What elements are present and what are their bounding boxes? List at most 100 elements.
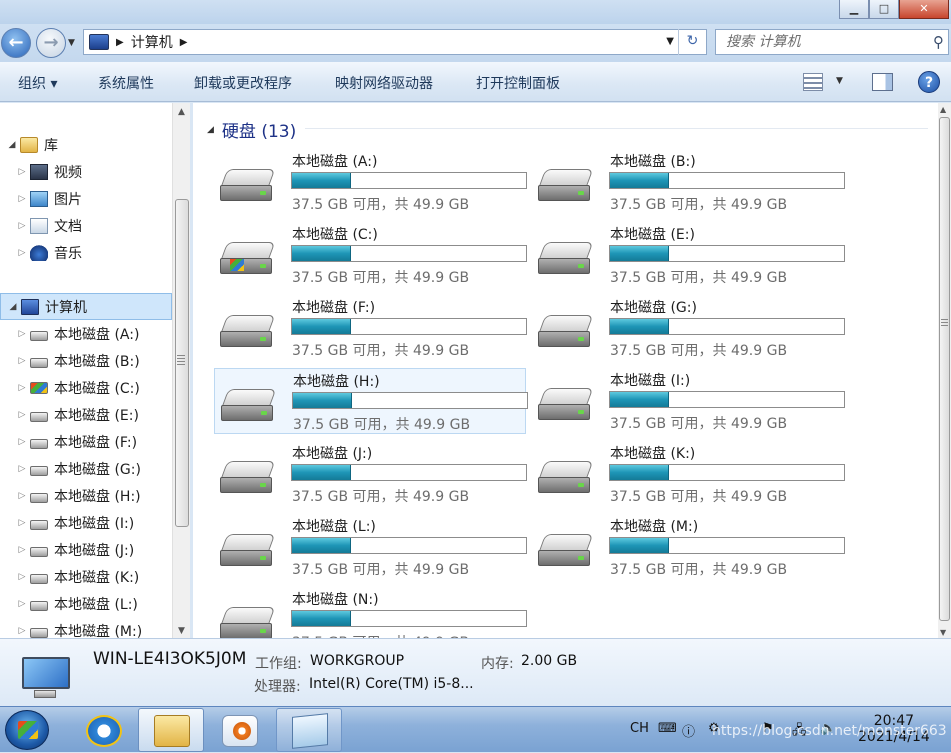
expand-arrow-icon[interactable]: ▷ (16, 437, 28, 447)
expand-arrow-icon[interactable]: ▷ (16, 464, 28, 474)
expand-arrow-icon[interactable]: ▷ (16, 167, 28, 177)
breadcrumb-chevron-icon[interactable]: ▶ (116, 37, 124, 48)
drive-tile[interactable]: 本地磁盘 (M:) 37.5 GB 可用，共 49.9 GB (532, 514, 845, 580)
address-bar[interactable]: ▶ 计算机 ▶ ▼ ↻ (83, 29, 707, 55)
expand-arrow-icon[interactable]: ▷ (16, 626, 28, 636)
scroll-down-icon[interactable]: ▼ (178, 626, 185, 636)
nav-drive-j[interactable]: ▷ 本地磁盘 (J:) (0, 536, 172, 563)
nav-drive-m[interactable]: ▷ 本地磁盘 (M:) (0, 617, 172, 639)
language-indicator[interactable]: CH (630, 721, 649, 736)
help-tray-icon[interactable]: ⓘ (682, 721, 695, 740)
nav-drive-h[interactable]: ▷ 本地磁盘 (H:) (0, 482, 172, 509)
expand-arrow-icon[interactable]: ▷ (16, 194, 28, 204)
computer-name: WIN-LE4I3OK5J0M (93, 649, 247, 669)
drive-tile[interactable]: 本地磁盘 (A:) 37.5 GB 可用，共 49.9 GB (214, 149, 527, 215)
taskbar-media-player[interactable] (206, 708, 272, 752)
view-options-dropdown-icon[interactable]: ▼ (836, 76, 843, 86)
expand-arrow-icon[interactable]: ▷ (16, 545, 28, 555)
grip-icon (177, 355, 185, 365)
drive-name: 本地磁盘 (F:) (292, 300, 376, 316)
scroll-up-icon[interactable]: ▲ (178, 107, 185, 117)
drive-tile[interactable]: 本地磁盘 (I:) 37.5 GB 可用，共 49.9 GB (532, 368, 845, 434)
group-title: 硬盘 (13) (221, 122, 297, 142)
expand-arrow-icon[interactable]: ▷ (16, 329, 28, 339)
keyboard-icon[interactable]: ⌨ (658, 721, 677, 736)
expand-arrow-icon[interactable]: ▷ (16, 248, 28, 258)
scroll-thumb[interactable] (939, 117, 950, 621)
close-button[interactable]: ✕ (899, 0, 949, 19)
nav-videos[interactable]: ▷ 视频 (0, 158, 172, 185)
collapse-arrow-icon[interactable]: ◢ (6, 140, 18, 150)
drive-tile[interactable]: 本地磁盘 (K:) 37.5 GB 可用，共 49.9 GB (532, 441, 845, 507)
drive-tile[interactable]: 本地磁盘 (G:) 37.5 GB 可用，共 49.9 GB (532, 295, 845, 361)
drive-tile[interactable]: 本地磁盘 (F:) 37.5 GB 可用，共 49.9 GB (214, 295, 527, 361)
expand-arrow-icon[interactable]: ▷ (16, 572, 28, 582)
expand-arrow-icon[interactable]: ▷ (16, 383, 28, 393)
map-network-drive-button[interactable]: 映射网络驱动器 (335, 73, 433, 93)
computer-large-icon (20, 657, 70, 699)
drive-tile[interactable]: 本地磁盘 (C:) 37.5 GB 可用，共 49.9 GB (214, 222, 527, 288)
maximize-button[interactable]: □ (869, 0, 899, 19)
taskbar-notepad[interactable] (276, 708, 342, 752)
expand-arrow-icon[interactable]: ▷ (16, 221, 28, 231)
nav-drive-f[interactable]: ▷ 本地磁盘 (F:) (0, 428, 172, 455)
back-button[interactable]: ← (1, 28, 31, 58)
drive-free-space: 37.5 GB 可用，共 49.9 GB (610, 197, 788, 213)
nav-documents[interactable]: ▷ 文档 (0, 212, 172, 239)
minimize-button[interactable]: ▁ (839, 0, 869, 19)
hard-drive-icon (30, 627, 48, 638)
nav-drive-k[interactable]: ▷ 本地磁盘 (K:) (0, 563, 172, 590)
recent-pages-dropdown-icon[interactable]: ▼ (68, 38, 75, 48)
drive-tile[interactable]: 本地磁盘 (E:) 37.5 GB 可用，共 49.9 GB (532, 222, 845, 288)
nav-drive-c[interactable]: ▷ 本地磁盘 (C:) (0, 374, 172, 401)
group-header-hard-disks[interactable]: ◢ 硬盘 (13) (207, 117, 296, 142)
open-control-panel-button[interactable]: 打开控制面板 (476, 73, 560, 93)
drive-tile[interactable]: 本地磁盘 (J:) 37.5 GB 可用，共 49.9 GB (214, 441, 527, 507)
preview-pane-icon[interactable] (872, 73, 893, 91)
drive-usage-fill (610, 246, 669, 261)
expand-arrow-icon[interactable]: ▷ (16, 356, 28, 366)
nav-music[interactable]: ▷ 音乐 (0, 239, 172, 266)
drive-tile[interactable]: 本地磁盘 (H:) 37.5 GB 可用，共 49.9 GB (214, 368, 528, 434)
system-properties-button[interactable]: 系统属性 (98, 73, 154, 93)
scroll-down-icon[interactable]: ▼ (940, 628, 946, 637)
hard-drive-icon (220, 607, 276, 638)
drive-tile[interactable]: 本地磁盘 (N:)37.5 GB 可用，共 49.9 GB (214, 587, 527, 638)
breadcrumb-computer[interactable]: 计算机 (131, 32, 173, 52)
drive-free-space: 37.5 GB 可用，共 49.9 GB (610, 489, 788, 505)
refresh-icon[interactable]: ↻ (678, 29, 706, 55)
collapse-group-icon[interactable]: ◢ (207, 125, 214, 135)
drive-tile[interactable]: 本地磁盘 (L:) 37.5 GB 可用，共 49.9 GB (214, 514, 527, 580)
search-input[interactable]: 搜索 计算机 ⚲ (715, 29, 949, 55)
nav-drive-e[interactable]: ▷ 本地磁盘 (E:) (0, 401, 172, 428)
organize-menu[interactable]: 组织 ▾ (18, 73, 57, 93)
expand-arrow-icon[interactable]: ▷ (16, 599, 28, 609)
forward-button[interactable]: → (36, 28, 66, 58)
change-view-icon[interactable] (803, 73, 823, 91)
taskbar-windows-explorer[interactable] (138, 708, 204, 752)
help-icon[interactable]: ? (918, 71, 940, 93)
nav-drive-i[interactable]: ▷ 本地磁盘 (I:) (0, 509, 172, 536)
nav-drive-b[interactable]: ▷ 本地磁盘 (B:) (0, 347, 172, 374)
nav-drive-g[interactable]: ▷ 本地磁盘 (G:) (0, 455, 172, 482)
nav-drive-l[interactable]: ▷ 本地磁盘 (L:) (0, 590, 172, 617)
nav-scrollbar[interactable]: ▲ ▼ (172, 103, 190, 638)
nav-computer[interactable]: ◢ 计算机 (0, 293, 172, 320)
search-icon[interactable]: ⚲ (933, 30, 944, 54)
collapse-arrow-icon[interactable]: ◢ (7, 302, 19, 312)
uninstall-program-button[interactable]: 卸载或更改程序 (194, 73, 292, 93)
nav-pictures[interactable]: ▷ 图片 (0, 185, 172, 212)
address-dropdown-icon[interactable]: ▼ (666, 36, 674, 47)
breadcrumb-chevron-icon[interactable]: ▶ (180, 37, 188, 48)
drive-usage-fill (292, 173, 351, 188)
nav-drive-a[interactable]: ▷ 本地磁盘 (A:) (0, 320, 172, 347)
start-button[interactable] (5, 710, 49, 750)
expand-arrow-icon[interactable]: ▷ (16, 491, 28, 501)
nav-libraries[interactable]: ◢ 库 (0, 131, 172, 158)
scroll-up-icon[interactable]: ▲ (940, 105, 946, 114)
taskbar-internet-explorer[interactable] (70, 708, 136, 752)
drive-tile[interactable]: 本地磁盘 (B:) 37.5 GB 可用，共 49.9 GB (532, 149, 845, 215)
content-scrollbar[interactable]: ▲ ▼ (938, 103, 951, 638)
expand-arrow-icon[interactable]: ▷ (16, 518, 28, 528)
expand-arrow-icon[interactable]: ▷ (16, 410, 28, 420)
